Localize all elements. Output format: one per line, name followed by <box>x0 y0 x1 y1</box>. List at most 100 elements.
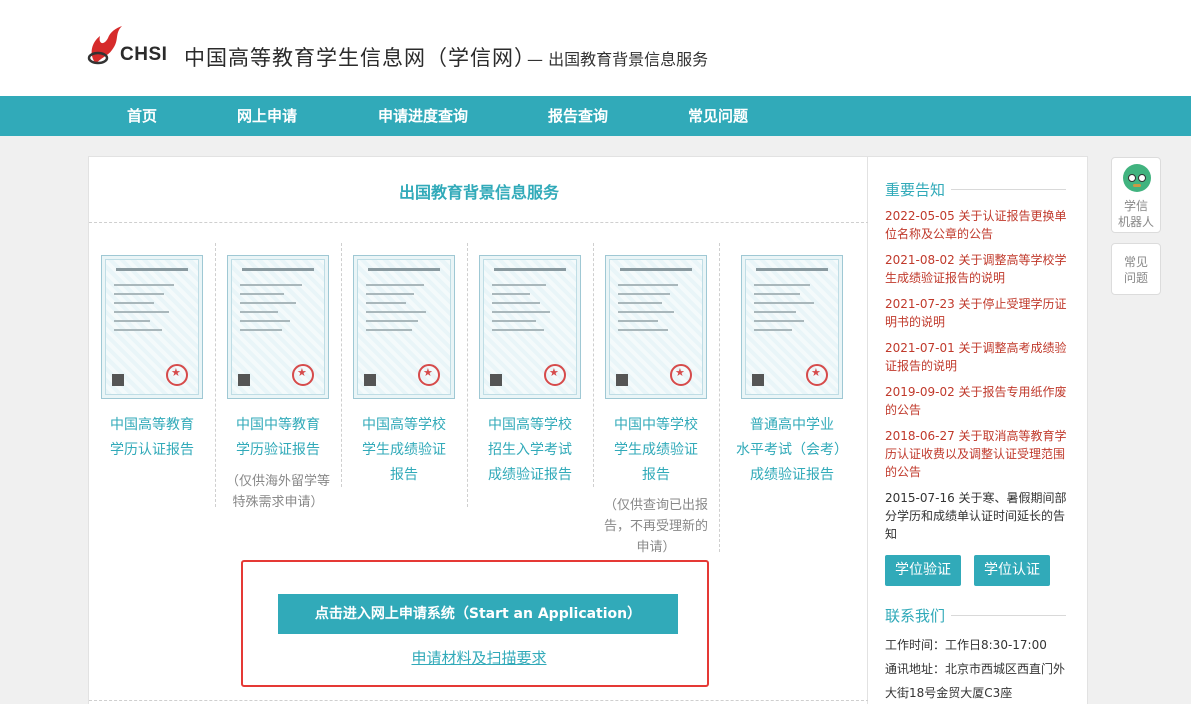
report-note-line: 申请） <box>636 540 676 555</box>
contact-line: 大街18号金贸大厦C3座 <box>885 686 1013 700</box>
qr-code-icon <box>112 374 124 386</box>
robot-label-line: 机器人 <box>1117 215 1154 229</box>
official-seal-icon <box>670 364 692 386</box>
report-name-line: 报告 <box>390 467 418 483</box>
notice-item[interactable]: 2018-06-27 关于取消高等教育学 历认证收费以及调整认证受理范围 的公告 <box>885 427 1067 481</box>
contact-line: 通讯地址：北京市西城区西直门外 <box>885 662 1066 676</box>
qr-code-icon <box>616 374 628 386</box>
nav-report-query[interactable]: 报告查询 <box>548 96 608 136</box>
notice-line: 2021-07-01 关于调整高考成绩验 <box>885 341 1067 355</box>
contact-line: 工作时间：工作日8:30-17:00 <box>885 638 1047 652</box>
start-application-button[interactable]: 点击进入网上申请系统（Start an Application） <box>278 594 678 634</box>
notice-item[interactable]: 2021-07-23 关于停止受理学历证 明书的说明 <box>885 295 1067 331</box>
nav-progress-query[interactable]: 申请进度查询 <box>378 96 468 136</box>
report-name-line: 中国高等学校 <box>488 417 572 433</box>
report-name[interactable]: 普通高中学业 水平考试（会考） 成绩验证报告 <box>729 413 855 488</box>
report-name-line: 学生成绩验证 <box>362 442 446 458</box>
robot-icon <box>1123 164 1151 192</box>
report-thumbnail[interactable] <box>479 255 581 399</box>
report-name-line: 报告 <box>642 467 670 483</box>
report-note-line: 特殊需求申请） <box>232 495 324 510</box>
notice-line: 2021-07-23 关于停止受理学历证 <box>885 297 1067 311</box>
column-divider <box>593 243 594 487</box>
notice-line: 历认证收费以及调整认证受理范围 <box>885 447 1066 461</box>
notice-line: 2018-06-27 关于取消高等教育学 <box>885 429 1067 443</box>
report-thumbnail[interactable] <box>227 255 329 399</box>
report-name-line: 成绩验证报告 <box>488 467 572 483</box>
report-name[interactable]: 中国高等学校 招生入学考试 成绩验证报告 <box>467 413 593 488</box>
report-name-line: 学历验证报告 <box>236 442 320 458</box>
report-note: （仅供海外留学等 特殊需求申请） <box>215 471 341 513</box>
nav-online-apply[interactable]: 网上申请 <box>237 96 297 136</box>
column-divider <box>467 243 468 507</box>
sidebar: 重要告知 2022-05-05 关于认证报告更换单 位名称及公章的公告 2021-0… <box>868 156 1088 704</box>
divider <box>951 189 1066 190</box>
faq-widget[interactable]: 常见 问题 <box>1111 243 1161 295</box>
notice-line: 知 <box>885 527 898 541</box>
notice-line: 2015-07-16 关于寒、暑假期间部 <box>885 491 1067 505</box>
notice-line: 2019-09-02 关于报告专用纸作废 <box>885 385 1067 399</box>
official-seal-icon <box>806 364 828 386</box>
report-thumbnail[interactable] <box>101 255 203 399</box>
notice-item[interactable]: 2022-05-05 关于认证报告更换单 位名称及公章的公告 <box>885 207 1067 243</box>
qr-code-icon <box>238 374 250 386</box>
notices-heading: 重要告知 <box>885 181 946 199</box>
divider <box>89 700 869 701</box>
main-nav: 首页 网上申请 申请进度查询 报告查询 常见问题 <box>0 96 1191 136</box>
report-name-line: 水平考试（会考） <box>736 442 848 458</box>
report-name-line: 普通高中学业 <box>750 417 834 433</box>
report-note: （仅供查询已出报 告，不再受理新的 申请） <box>593 495 719 558</box>
site-title: 中国高等教育学生信息网（学信网） <box>184 46 536 70</box>
logo-text: CHSI <box>120 44 168 65</box>
qr-code-icon <box>490 374 502 386</box>
qr-code-icon <box>752 374 764 386</box>
report-name[interactable]: 中国中等教育 学历验证报告 <box>215 413 341 463</box>
report-name-line: 招生入学考试 <box>488 442 572 458</box>
robot-label: 学信 机器人 <box>1112 198 1160 230</box>
report-note-line: （仅供海外留学等 <box>225 474 330 489</box>
notice-line: 2021-08-02 关于调整高等学校学 <box>885 253 1067 267</box>
degree-verification-button[interactable]: 学位验证 <box>885 555 961 586</box>
notice-line: 证报告的说明 <box>885 359 958 373</box>
report-thumbnail[interactable] <box>741 255 843 399</box>
site-header: CHSI 中国高等教育学生信息网（学信网） — 出国教育背景信息服务 <box>0 0 1191 96</box>
notice-item[interactable]: 2021-08-02 关于调整高等学校学 生成绩验证报告的说明 <box>885 251 1067 287</box>
nav-faq[interactable]: 常见问题 <box>688 96 748 136</box>
notice-line: 生成绩验证报告的说明 <box>885 271 1006 285</box>
report-note-line: 告，不再受理新的 <box>603 519 708 534</box>
notice-line: 的公告 <box>885 403 922 417</box>
report-name-line: 中国高等教育 <box>110 417 194 433</box>
report-name-line: 中国中等教育 <box>236 417 320 433</box>
official-seal-icon <box>544 364 566 386</box>
notice-line: 明书的说明 <box>885 315 946 329</box>
official-seal-icon <box>418 364 440 386</box>
nav-home[interactable]: 首页 <box>127 96 157 136</box>
official-seal-icon <box>292 364 314 386</box>
contact-heading: 联系我们 <box>885 607 946 625</box>
degree-certification-button[interactable]: 学位认证 <box>974 555 1050 586</box>
report-name[interactable]: 中国中等学校 学生成绩验证 报告 <box>593 413 719 488</box>
notice-item[interactable]: 2019-09-02 关于报告专用纸作废 的公告 <box>885 383 1067 419</box>
report-name[interactable]: 中国高等学校 学生成绩验证 报告 <box>341 413 467 488</box>
notice-line: 2022-05-05 关于认证报告更换单 <box>885 209 1067 223</box>
column-divider <box>341 243 342 487</box>
report-thumbnail[interactable] <box>605 255 707 399</box>
requirements-link[interactable]: 申请材料及扫描要求 <box>89 647 869 668</box>
chsi-logo[interactable]: CHSI <box>86 24 170 74</box>
faq-label-line: 常见 <box>1123 255 1148 269</box>
report-name[interactable]: 中国高等教育 学历认证报告 <box>89 413 215 463</box>
notice-line: 位名称及公章的公告 <box>885 227 994 241</box>
robot-assistant-widget[interactable]: 学信 机器人 <box>1111 157 1161 233</box>
notice-item[interactable]: 2015-07-16 关于寒、暑假期间部 分学历和成绩单认证时间延长的告知 <box>885 489 1067 543</box>
official-seal-icon <box>166 364 188 386</box>
report-name-line: 学生成绩验证 <box>614 442 698 458</box>
qr-code-icon <box>364 374 376 386</box>
notice-line: 的公告 <box>885 465 922 479</box>
report-thumbnail[interactable] <box>353 255 455 399</box>
site-subtitle: — 出国教育背景信息服务 <box>527 50 709 69</box>
report-name-line: 成绩验证报告 <box>750 467 834 483</box>
notice-line: 分学历和成绩单认证时间延长的告 <box>885 509 1066 523</box>
divider <box>89 222 869 223</box>
column-divider <box>215 243 216 507</box>
notice-item[interactable]: 2021-07-01 关于调整高考成绩验 证报告的说明 <box>885 339 1067 375</box>
